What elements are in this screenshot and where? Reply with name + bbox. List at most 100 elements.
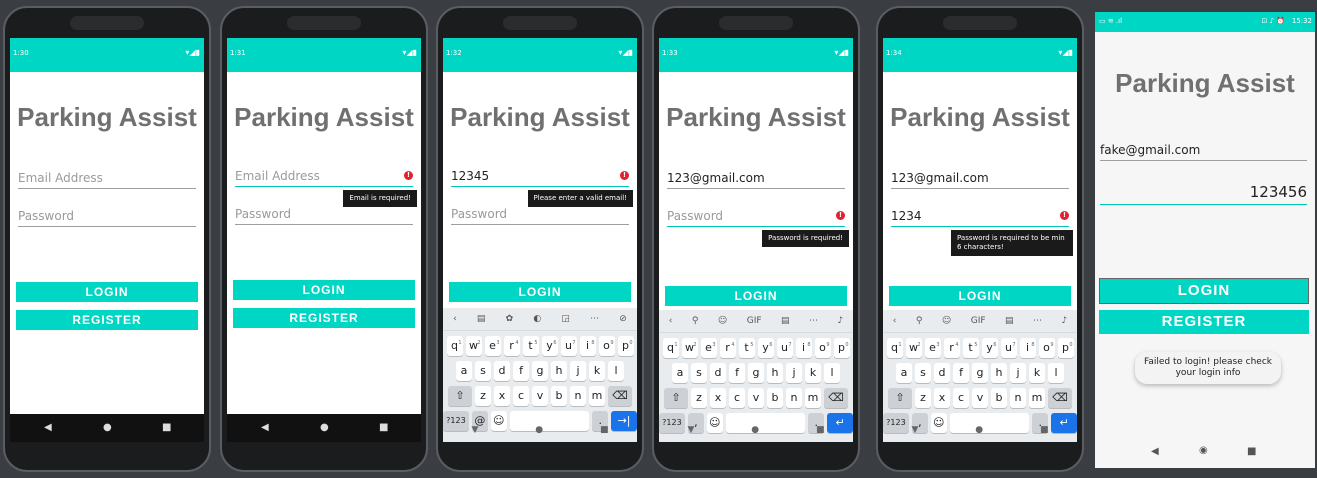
home-icon[interactable]: ● xyxy=(975,425,983,435)
key[interactable]: o9 xyxy=(598,336,615,356)
key[interactable]: v xyxy=(748,388,764,408)
login-button[interactable]: LOGIN xyxy=(16,282,198,302)
key[interactable]: t5 xyxy=(522,336,539,356)
key[interactable]: d xyxy=(934,363,950,383)
mic-off-icon[interactable]: ⊘ xyxy=(619,314,627,324)
key[interactable]: w2 xyxy=(465,336,482,356)
key[interactable]: o9 xyxy=(814,338,831,358)
palette-icon[interactable]: ◐ xyxy=(533,314,541,324)
home-icon[interactable]: ● xyxy=(535,425,543,435)
key[interactable]: j xyxy=(1010,363,1026,383)
key[interactable]: e3 xyxy=(700,338,717,358)
clipboard-icon[interactable]: ▤ xyxy=(781,316,790,326)
key[interactable]: m xyxy=(805,388,821,408)
key[interactable]: f xyxy=(513,361,529,381)
key[interactable]: f xyxy=(953,363,969,383)
key[interactable]: p0 xyxy=(1057,338,1074,358)
key[interactable]: z xyxy=(475,386,491,406)
collapse-icon[interactable]: ‹ xyxy=(669,316,673,326)
register-button[interactable]: REGISTER xyxy=(1099,310,1309,334)
shift-key-icon[interactable]: ⇧ xyxy=(888,388,912,408)
key[interactable]: a xyxy=(896,363,912,383)
key[interactable]: n xyxy=(570,386,586,406)
home-icon[interactable]: ● xyxy=(751,425,759,435)
register-button[interactable]: REGISTER xyxy=(233,308,415,328)
key[interactable]: k xyxy=(805,363,821,383)
mic-icon[interactable]: ♪ xyxy=(837,316,843,326)
key[interactable]: f xyxy=(729,363,745,383)
key[interactable]: c xyxy=(729,388,745,408)
settings-icon[interactable]: ✿ xyxy=(506,314,514,324)
login-button[interactable]: LOGIN xyxy=(449,282,631,302)
email-field[interactable]: Email Address xyxy=(18,166,196,189)
back-icon[interactable]: ◀ xyxy=(261,422,269,433)
key[interactable]: r4 xyxy=(719,338,736,358)
back-icon[interactable]: ▼ xyxy=(471,425,478,435)
key[interactable]: a xyxy=(456,361,472,381)
back-icon[interactable]: ◀ xyxy=(44,422,52,433)
key[interactable]: w2 xyxy=(681,338,698,358)
collapse-icon[interactable]: ‹ xyxy=(453,314,457,324)
key[interactable]: b xyxy=(991,388,1007,408)
shift-key-icon[interactable]: ⇧ xyxy=(448,386,472,406)
key[interactable]: s xyxy=(691,363,707,383)
key[interactable]: l xyxy=(824,363,840,383)
home-icon[interactable]: ● xyxy=(320,422,329,433)
key[interactable]: q1 xyxy=(446,336,463,356)
key[interactable]: j xyxy=(570,361,586,381)
key[interactable]: h xyxy=(991,363,1007,383)
login-button[interactable]: LOGIN xyxy=(233,280,415,300)
key[interactable]: h xyxy=(551,361,567,381)
key[interactable]: x xyxy=(710,388,726,408)
key[interactable]: p0 xyxy=(833,338,850,358)
key[interactable]: p0 xyxy=(617,336,634,356)
key[interactable]: q1 xyxy=(662,338,679,358)
key[interactable]: v xyxy=(972,388,988,408)
key[interactable]: r4 xyxy=(503,336,520,356)
password-field[interactable]: Password xyxy=(235,202,413,225)
key[interactable]: u7 xyxy=(560,336,577,356)
collapse-icon[interactable]: ‹ xyxy=(893,316,897,326)
password-field[interactable]: Password xyxy=(18,204,196,227)
recents-icon[interactable]: ■ xyxy=(600,425,609,435)
resize-icon[interactable]: ◲ xyxy=(561,314,570,324)
sticker-icon[interactable]: ☺ xyxy=(942,316,951,326)
key[interactable]: n xyxy=(786,388,802,408)
key[interactable]: t5 xyxy=(738,338,755,358)
key[interactable]: k xyxy=(1029,363,1045,383)
key[interactable]: n xyxy=(1010,388,1026,408)
key[interactable]: y6 xyxy=(757,338,774,358)
key[interactable]: s xyxy=(475,361,491,381)
backspace-key-icon[interactable]: ⌫ xyxy=(608,386,632,406)
more-icon[interactable]: ⋯ xyxy=(1033,316,1042,326)
recents-icon[interactable]: ■ xyxy=(379,422,388,433)
email-field[interactable]: 123@gmail.com xyxy=(667,166,845,189)
key[interactable]: v xyxy=(532,386,548,406)
key[interactable]: z xyxy=(915,388,931,408)
key[interactable]: m xyxy=(589,386,605,406)
key[interactable]: r4 xyxy=(943,338,960,358)
key[interactable]: w2 xyxy=(905,338,922,358)
key[interactable]: u7 xyxy=(1000,338,1017,358)
shift-key-icon[interactable]: ⇧ xyxy=(664,388,688,408)
key[interactable]: b xyxy=(551,386,567,406)
search-icon[interactable]: ⚲ xyxy=(692,316,699,326)
recents-icon[interactable]: ■ xyxy=(1040,425,1049,435)
home-icon[interactable]: ◉ xyxy=(1199,445,1208,456)
password-field[interactable]: 123456 xyxy=(1100,180,1307,205)
clipboard-icon[interactable]: ▤ xyxy=(477,314,486,324)
key[interactable]: q1 xyxy=(886,338,903,358)
email-field[interactable]: 123@gmail.com xyxy=(891,166,1069,189)
key[interactable]: h xyxy=(767,363,783,383)
password-field[interactable]: Password ! xyxy=(667,204,845,227)
search-icon[interactable]: ⚲ xyxy=(916,316,923,326)
password-field[interactable]: Password xyxy=(451,202,629,225)
key[interactable]: x xyxy=(494,386,510,406)
more-icon[interactable]: ⋯ xyxy=(809,316,818,326)
back-icon[interactable]: ▼ xyxy=(687,425,694,435)
key[interactable]: c xyxy=(953,388,969,408)
key[interactable]: b xyxy=(767,388,783,408)
key[interactable]: i8 xyxy=(795,338,812,358)
key[interactable]: i8 xyxy=(1019,338,1036,358)
key[interactable]: i8 xyxy=(579,336,596,356)
